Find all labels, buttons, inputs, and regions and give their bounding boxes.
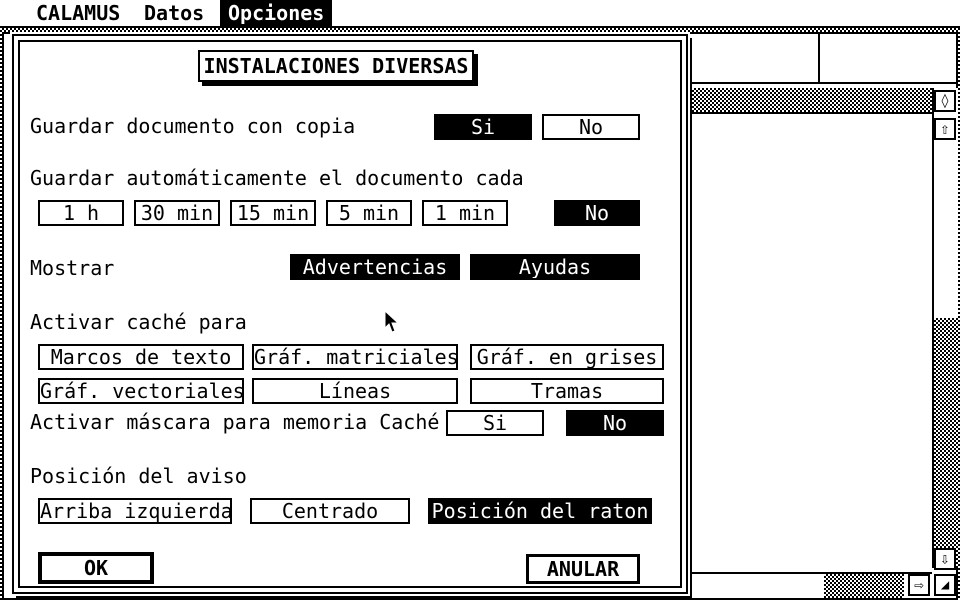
cache-patterns-button[interactable]: Tramas — [470, 378, 664, 404]
show-label: Mostrar — [30, 256, 115, 280]
fuller-icon[interactable]: ◊ — [934, 90, 956, 112]
menu-calamus[interactable]: CALAMUS — [28, 0, 128, 26]
cache-lines-button[interactable]: Líneas — [252, 378, 458, 404]
resize-icon[interactable]: ◢ — [934, 574, 956, 596]
toolbar-cell[interactable] — [820, 34, 956, 84]
dialog-title: INSTALACIONES DIVERSAS — [198, 50, 474, 82]
cache-mask-yes-button[interactable]: Si — [446, 410, 544, 436]
ok-button[interactable]: OK — [38, 552, 154, 584]
arrow-right-icon[interactable]: ⇨ — [908, 574, 930, 596]
scroll-thumb-area[interactable] — [934, 318, 958, 568]
cache-mask-no-button[interactable]: No — [566, 410, 664, 436]
show-warnings-button[interactable]: Advertencias — [290, 254, 460, 280]
menu-datos[interactable]: Datos — [136, 0, 212, 26]
cancel-button[interactable]: ANULAR — [526, 554, 640, 584]
autosave-label: Guardar automáticamente el documento cad… — [30, 166, 524, 190]
show-help-button[interactable]: Ayudas — [470, 254, 640, 280]
menu-bar: CALAMUS Datos Opciones — [0, 0, 960, 28]
toolbar-cell[interactable] — [692, 34, 820, 84]
ruler-bar — [692, 88, 932, 114]
autosave-no-button[interactable]: No — [554, 200, 640, 226]
alert-centered-button[interactable]: Centrado — [250, 498, 410, 524]
settings-dialog: INSTALACIONES DIVERSAS Guardar documento… — [10, 32, 690, 596]
alert-mouse-position-button[interactable]: Posición del raton — [428, 498, 652, 524]
alert-top-left-button[interactable]: Arriba izquierda — [38, 498, 232, 524]
save-copy-label: Guardar documento con copia — [30, 114, 356, 138]
save-copy-yes-button[interactable]: Si — [434, 114, 532, 140]
vertical-scrollbar[interactable] — [932, 88, 958, 568]
cache-label: Activar caché para — [30, 310, 247, 334]
cache-text-frames-button[interactable]: Marcos de texto — [38, 344, 244, 370]
arrow-up-icon[interactable]: ⇧ — [934, 118, 956, 140]
autosave-1h-button[interactable]: 1 h — [38, 200, 124, 226]
autosave-30min-button[interactable]: 30 min — [134, 200, 220, 226]
cache-vector-graphics-button[interactable]: Gráf. vectoriales — [38, 378, 244, 404]
cache-grayscale-graphics-button[interactable]: Gráf. en grises — [470, 344, 664, 370]
cache-bitmap-graphics-button[interactable]: Gráf. matriciales — [252, 344, 458, 370]
autosave-15min-button[interactable]: 15 min — [230, 200, 316, 226]
save-copy-no-button[interactable]: No — [542, 114, 640, 140]
arrow-down-icon[interactable]: ⇩ — [934, 548, 956, 570]
mouse-pointer-icon — [384, 310, 400, 333]
autosave-5min-button[interactable]: 5 min — [326, 200, 412, 226]
cache-mask-label: Activar máscara para memoria Caché — [30, 410, 440, 434]
autosave-1min-button[interactable]: 1 min — [422, 200, 508, 226]
horizontal-scrollbar[interactable] — [692, 572, 932, 598]
h-scroll-thumb[interactable] — [824, 574, 904, 598]
menu-opciones[interactable]: Opciones — [220, 0, 333, 26]
alert-position-label: Posición del aviso — [30, 464, 247, 488]
